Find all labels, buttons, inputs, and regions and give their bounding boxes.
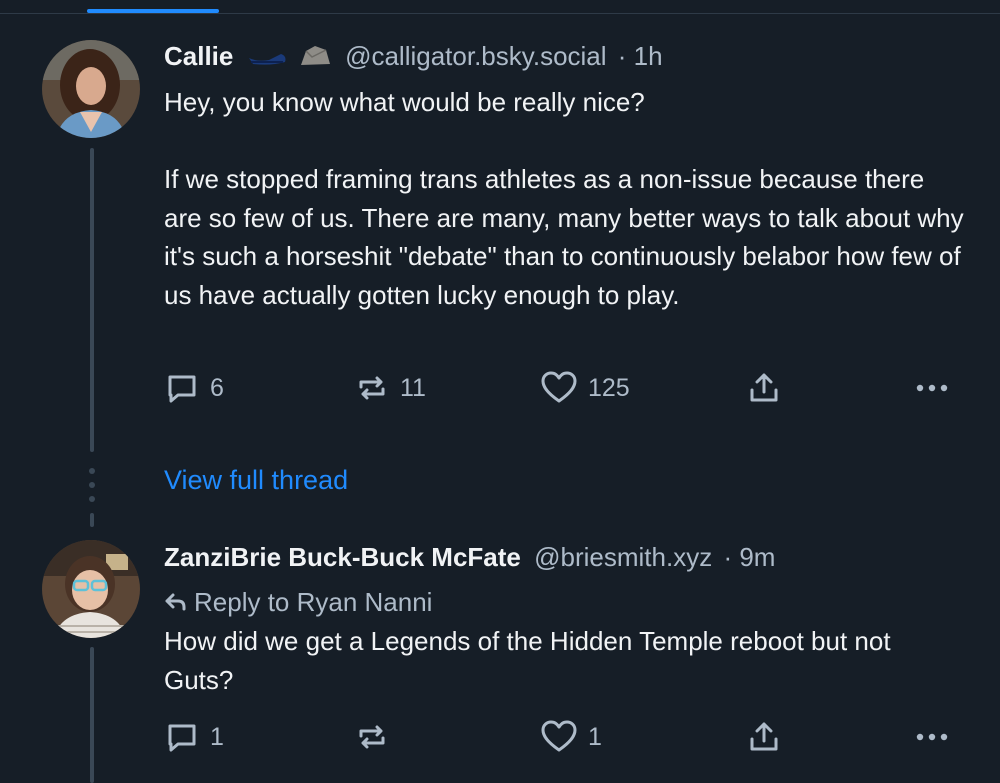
author-handle[interactable]: @calligator.bsky.social <box>345 41 606 71</box>
thread-line <box>90 647 94 783</box>
share-icon <box>750 722 778 751</box>
top-divider <box>0 13 1000 14</box>
reply-button[interactable]: 6 <box>164 368 224 408</box>
repost-icon <box>359 376 385 400</box>
more-options-button[interactable] <box>912 717 952 757</box>
thread-dot <box>89 482 95 488</box>
reply-count: 1 <box>210 722 224 751</box>
more-options-button[interactable] <box>912 368 952 408</box>
repost-button[interactable] <box>354 717 400 757</box>
post-actions: 6 11 125 <box>164 368 954 408</box>
post-actions: 1 1 <box>164 717 954 757</box>
share-button[interactable] <box>746 717 782 757</box>
post-time[interactable]: · 9m <box>723 542 775 572</box>
post-header: ZanziBrie Buck-Buck McFate @briesmith.xy… <box>164 544 775 570</box>
like-button[interactable]: 125 <box>540 368 630 408</box>
reply-icon <box>168 724 196 752</box>
reply-to-text: Reply to Ryan Nanni <box>194 587 433 617</box>
repost-button[interactable]: 11 <box>354 368 426 408</box>
like-icon <box>541 720 577 752</box>
repost-icon <box>359 725 385 749</box>
avatar[interactable] <box>42 540 140 638</box>
post-header: Callie @calligator.bsky.social · 1h <box>164 43 663 73</box>
more-icon <box>916 733 948 741</box>
post-time[interactable]: · 1h <box>618 41 663 71</box>
post-text: How did we get a Legends of the Hidden T… <box>164 626 898 695</box>
like-count: 125 <box>588 373 630 402</box>
active-tab-indicator <box>87 9 219 13</box>
reply-count: 6 <box>210 373 224 402</box>
view-full-thread-link[interactable]: View full thread <box>164 465 348 496</box>
author-handle[interactable]: @briesmith.xyz <box>534 542 712 572</box>
share-icon <box>750 373 778 402</box>
arrow-reply-icon <box>165 593 186 611</box>
thread-line <box>90 513 94 527</box>
like-icon <box>541 371 577 403</box>
share-button[interactable] <box>746 368 782 408</box>
reply-to-line[interactable]: Reply to Ryan Nanni <box>164 589 432 615</box>
thread-dot <box>89 496 95 502</box>
thread-dot <box>89 468 95 474</box>
reply-button[interactable]: 1 <box>164 717 224 757</box>
thread-line <box>90 148 94 452</box>
shoe-emoji <box>247 44 289 72</box>
like-count: 1 <box>588 722 602 751</box>
more-icon <box>916 384 948 392</box>
author-name[interactable]: Callie <box>164 41 233 71</box>
like-button[interactable]: 1 <box>540 717 602 757</box>
post-text: Hey, you know what would be really nice?… <box>164 87 964 310</box>
author-name[interactable]: ZanziBrie Buck-Buck McFate <box>164 542 521 572</box>
avatar[interactable] <box>42 40 140 138</box>
repost-count: 11 <box>400 373 426 402</box>
reply-icon <box>168 375 196 403</box>
rock-emoji <box>298 43 332 73</box>
